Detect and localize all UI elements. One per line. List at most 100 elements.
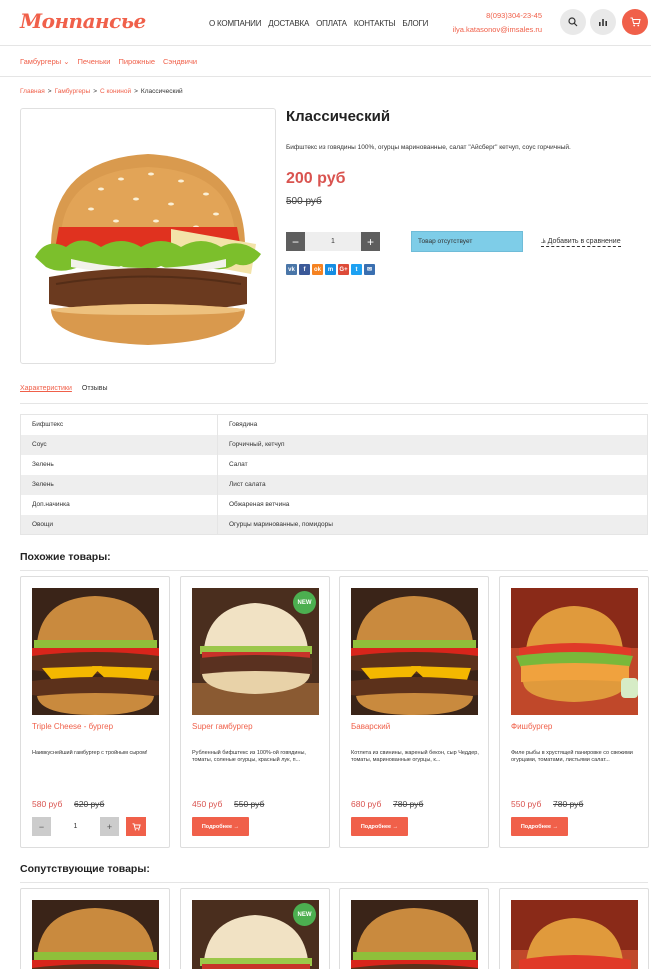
category-burgers[interactable]: Гамбургеры ⌄ xyxy=(20,57,70,66)
spec-value: Огурцы маринованные, помидоры xyxy=(217,514,648,535)
product-card-image[interactable] xyxy=(511,900,638,969)
product-card-price: 550 руб xyxy=(511,799,542,809)
product-card-image[interactable] xyxy=(32,588,159,715)
burger-illustration xyxy=(351,900,478,969)
product-price: 200 руб xyxy=(286,170,346,187)
qty-plus-button[interactable]: + xyxy=(100,817,119,836)
breadcrumb-category[interactable]: Гамбургеры xyxy=(55,88,91,95)
cart-button[interactable] xyxy=(622,9,648,35)
product-card-name[interactable]: Баварский xyxy=(351,722,390,731)
qty-minus-button[interactable]: − xyxy=(286,232,305,251)
quantity-stepper: − 1 + xyxy=(32,817,119,836)
table-row: Овощи Огурцы маринованные, помидоры xyxy=(20,514,648,535)
product-description: Бифштекс из говядины 100%, огурцы марино… xyxy=(286,144,571,151)
add-to-compare-link[interactable]: ⫡ Добавить в сравнение xyxy=(541,237,621,247)
details-button[interactable]: Подробнее → xyxy=(192,817,249,836)
cart-icon xyxy=(630,17,641,27)
breadcrumb-home[interactable]: Главная xyxy=(20,88,45,95)
spec-key: Зелень xyxy=(20,454,218,475)
burger-illustration xyxy=(35,154,261,345)
breadcrumb-separator: > xyxy=(47,88,52,95)
product-card-image[interactable] xyxy=(32,900,159,969)
product-card-desc: Рубленный бифштекс из 100%-ой говядины, … xyxy=(192,750,306,763)
nav-payment[interactable]: ОПЛАТА xyxy=(316,19,347,28)
qty-input[interactable]: 1 xyxy=(51,817,100,836)
googleplus-icon[interactable]: G+ xyxy=(338,264,349,275)
product-card-image[interactable]: NEW xyxy=(192,588,319,715)
burger-illustration xyxy=(511,900,638,969)
email[interactable]: ilya.katasonov@imsales.ru xyxy=(453,23,542,37)
odnoklassniki-icon[interactable]: ok xyxy=(312,264,323,275)
compare-button[interactable] xyxy=(590,9,616,35)
qty-plus-button[interactable]: + xyxy=(361,232,380,251)
breadcrumb-current: Классический xyxy=(140,88,183,95)
qty-input[interactable]: 1 xyxy=(305,232,361,251)
details-button[interactable]: Подробнее → xyxy=(511,817,568,836)
compare-icon: ⫡ xyxy=(541,238,548,245)
product-card-image[interactable] xyxy=(351,900,478,969)
product-card[interactable] xyxy=(339,888,489,969)
breadcrumb-subcategory[interactable]: С кониной xyxy=(100,88,131,95)
nav-about[interactable]: О КОМПАНИИ xyxy=(209,19,261,28)
tab-characteristics[interactable]: Характеристики xyxy=(20,385,72,403)
spec-key: Соус xyxy=(20,434,218,455)
mailru-icon[interactable]: m xyxy=(325,264,336,275)
product-card[interactable] xyxy=(20,888,170,969)
out-of-stock-button[interactable]: Товар отсутствует xyxy=(411,231,523,252)
product-card-name[interactable]: Super гамбургер xyxy=(192,722,253,731)
burger-illustration xyxy=(32,900,159,969)
product-card-desc: Котлета из свинины, жареный бекон, сыр Ч… xyxy=(351,750,479,763)
product-card-old-price: 620 руб xyxy=(74,799,105,809)
product-card-desc: Наивкуснейший гамбургер с тройным сыром! xyxy=(32,750,148,756)
details-button[interactable]: Подробнее → xyxy=(351,817,408,836)
table-row: Зелень Салат xyxy=(20,454,648,475)
product-card-name[interactable]: Triple Cheese - бургер xyxy=(32,722,113,731)
email-share-icon[interactable]: ✉ xyxy=(364,264,375,275)
category-cookies[interactable]: Печеньки xyxy=(78,57,111,66)
product-card-image[interactable]: NEW xyxy=(192,900,319,969)
product-title: Классический xyxy=(286,108,391,125)
product-card-image[interactable] xyxy=(511,588,638,715)
nav-delivery[interactable]: ДОСТАВКА xyxy=(268,19,309,28)
vk-icon[interactable]: vk xyxy=(286,264,297,275)
quantity-stepper: − 1 + xyxy=(286,232,380,251)
product-card-old-price: 780 руб xyxy=(393,799,424,809)
burger-illustration xyxy=(351,588,478,715)
product-card-old-price: 550 руб xyxy=(234,799,265,809)
add-to-cart-button[interactable] xyxy=(126,817,146,836)
category-cakes[interactable]: Пирожные xyxy=(118,57,155,66)
table-row: Соус Горчичный, кетчуп xyxy=(20,434,648,455)
product-card[interactable]: Фишбургер Филе рыбы в хрустящей панировк… xyxy=(499,576,649,848)
top-nav: О КОМПАНИИ ДОСТАВКА ОПЛАТА КОНТАКТЫ БЛОГ… xyxy=(209,19,428,28)
spec-value: Лист салата xyxy=(217,474,648,495)
compare-icon xyxy=(599,19,607,26)
header-contacts: 8(093)304-23-45 ilya.katasonov@imsales.r… xyxy=(453,9,542,37)
search-button[interactable] xyxy=(560,9,586,35)
nav-blogs[interactable]: БЛОГИ xyxy=(402,19,428,28)
facebook-icon[interactable]: f xyxy=(299,264,310,275)
product-card-name[interactable]: Фишбургер xyxy=(511,722,552,731)
qty-minus-button[interactable]: − xyxy=(32,817,51,836)
product-card[interactable]: NEW xyxy=(180,888,330,969)
product-card[interactable]: Баварский Котлета из свинины, жареный бе… xyxy=(339,576,489,848)
category-sandwiches[interactable]: Сэндвичи xyxy=(163,57,197,66)
phone[interactable]: 8(093)304-23-45 xyxy=(453,9,542,23)
table-row: Зелень Лист салата xyxy=(20,474,648,495)
spec-value: Обжареная ветчина xyxy=(217,494,648,515)
divider xyxy=(20,882,648,883)
product-image[interactable] xyxy=(20,108,276,364)
product-card[interactable]: NEW Super гамбургер Рубленный бифштекс и… xyxy=(180,576,330,848)
new-badge: NEW xyxy=(293,591,316,614)
product-tabs: Характеристики Отзывы xyxy=(20,385,648,404)
cart-icon xyxy=(132,822,141,831)
spec-key: Бифштекс xyxy=(20,414,218,435)
product-card-old-price: 780 руб xyxy=(553,799,584,809)
nav-contacts[interactable]: КОНТАКТЫ xyxy=(354,19,396,28)
tab-reviews[interactable]: Отзывы xyxy=(82,385,108,403)
product-card[interactable] xyxy=(499,888,649,969)
product-card-image[interactable] xyxy=(351,588,478,715)
breadcrumb-separator: > xyxy=(93,88,98,95)
product-card[interactable]: Triple Cheese - бургер Наивкуснейший гам… xyxy=(20,576,170,848)
twitter-icon[interactable]: t xyxy=(351,264,362,275)
logo[interactable]: Монпансье xyxy=(20,9,146,33)
